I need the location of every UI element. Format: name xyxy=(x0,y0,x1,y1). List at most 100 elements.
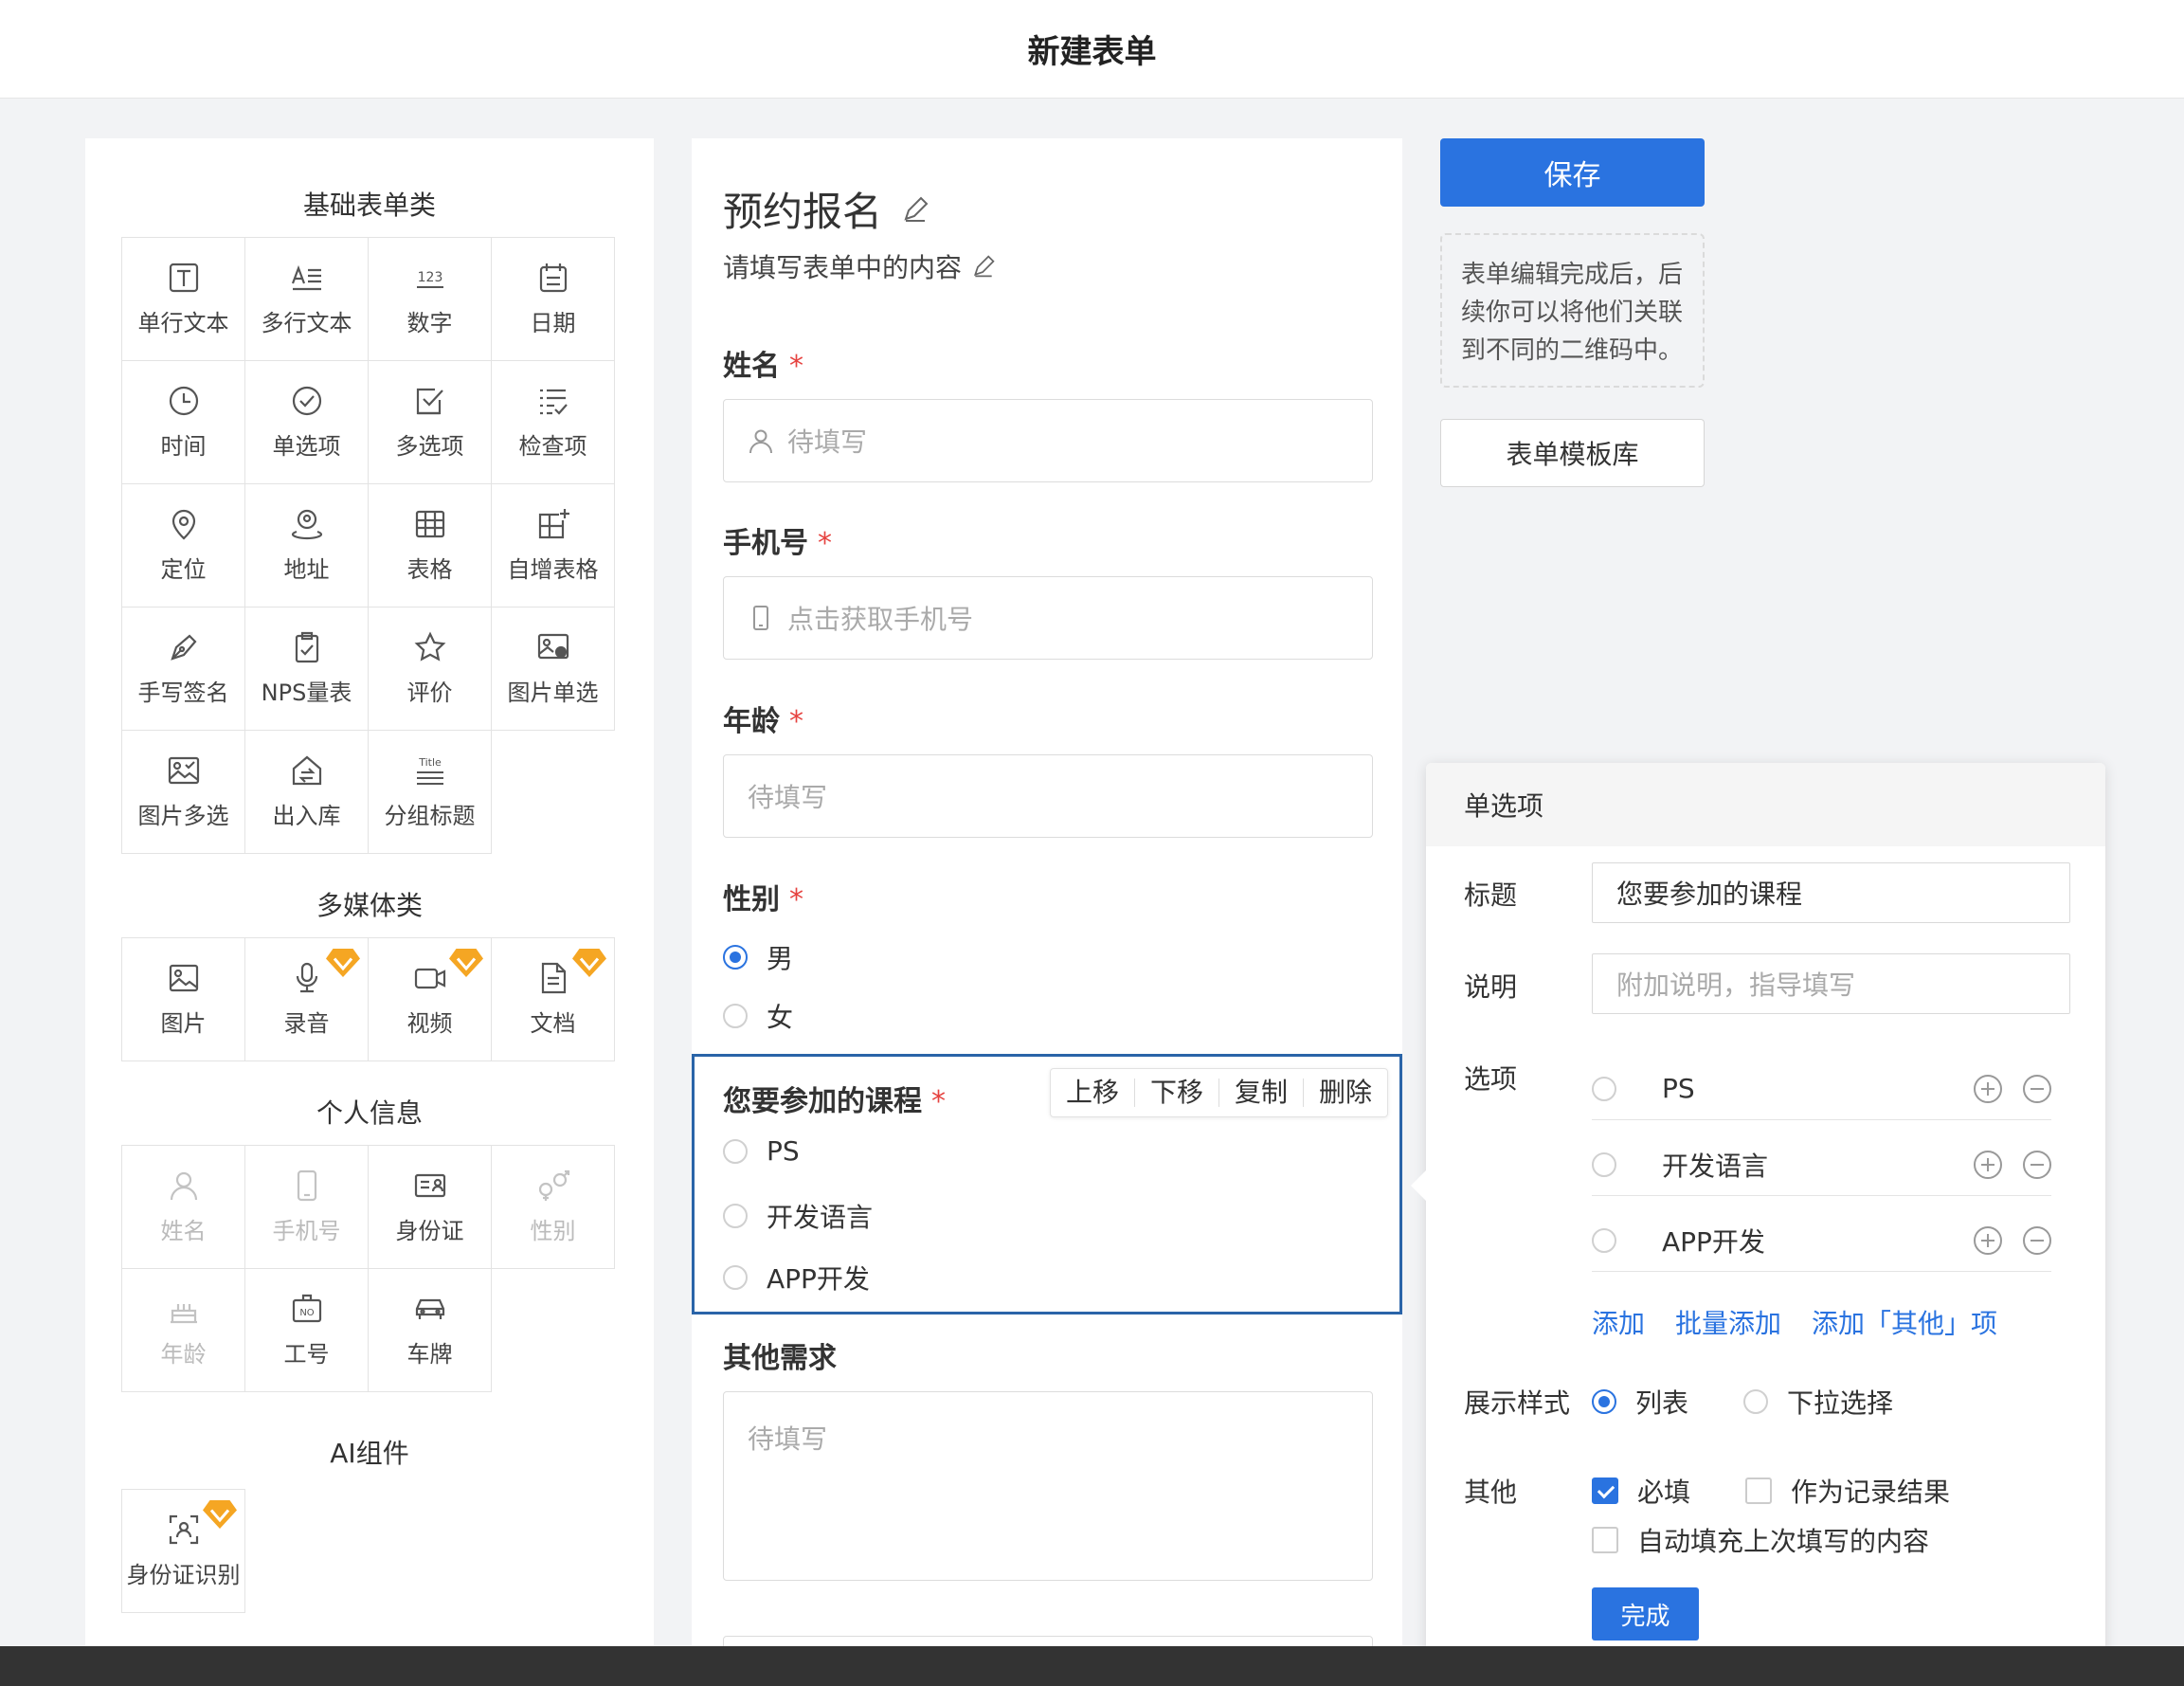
component-signature[interactable]: 手写签名 xyxy=(122,607,245,731)
svg-text:NO: NO xyxy=(299,1308,314,1318)
done-button[interactable]: 完成 xyxy=(1592,1587,1699,1641)
radio-unchecked[interactable] xyxy=(723,1204,748,1228)
component-single-choice[interactable]: 单选项 xyxy=(245,361,369,484)
add-circle-icon[interactable] xyxy=(1974,1074,2002,1103)
id-card-icon xyxy=(414,1173,445,1198)
component-phone[interactable]: 手机号 xyxy=(245,1146,369,1269)
radio-unchecked[interactable] xyxy=(1743,1389,1769,1414)
copy-button[interactable]: 复制 xyxy=(1219,1079,1304,1107)
table-add-icon xyxy=(538,509,569,539)
component-employee-no[interactable]: NO 工号 xyxy=(245,1269,369,1392)
component-number[interactable]: 123 数字 xyxy=(369,238,492,361)
other-textarea[interactable]: 待填写 xyxy=(723,1391,1373,1581)
autofill-checkbox[interactable] xyxy=(1592,1527,1618,1553)
radio-unchecked[interactable] xyxy=(723,1138,748,1164)
field-label-other: 其他需求 xyxy=(723,1342,837,1375)
edit-icon[interactable] xyxy=(971,254,996,279)
component-license-plate[interactable]: 车牌 xyxy=(369,1269,492,1392)
add-circle-icon[interactable] xyxy=(1974,1225,2002,1255)
component-image[interactable]: 图片 xyxy=(122,938,245,1061)
component-id-card[interactable]: 身份证 xyxy=(369,1146,492,1269)
component-single-line-text[interactable]: 单行文本 xyxy=(122,238,245,361)
record-result-checkbox[interactable] xyxy=(1745,1478,1773,1504)
batch-add-link[interactable]: 批量添加 xyxy=(1675,1303,1781,1341)
name-input[interactable]: 待填写 xyxy=(723,399,1373,482)
component-document[interactable]: 文档 xyxy=(492,938,615,1061)
vip-diamond-icon xyxy=(449,949,483,977)
radio-checked[interactable] xyxy=(1592,1389,1616,1414)
title-input[interactable]: 您要参加的课程 xyxy=(1592,862,2070,923)
add-circle-icon[interactable] xyxy=(1974,1150,2002,1179)
form-preview: 预约报名 请填写表单中的内容 姓名 * 待填写 手机号 * 点击获取手机号 年龄 * … xyxy=(692,138,1402,1646)
component-checklist[interactable]: 检查项 xyxy=(492,361,615,484)
svg-text:Title: Title xyxy=(418,756,442,769)
component-date[interactable]: 日期 xyxy=(492,238,615,361)
video-icon xyxy=(414,968,445,989)
display-list-option[interactable]: 列表 xyxy=(1635,1383,1688,1421)
remove-circle-icon[interactable] xyxy=(2023,1225,2051,1255)
field-label-age: 年龄 * xyxy=(723,705,803,738)
component-inventory[interactable]: 出入库 xyxy=(245,731,369,854)
car-icon xyxy=(415,1298,444,1319)
component-audio[interactable]: 录音 xyxy=(245,938,369,1061)
phone-icon xyxy=(753,606,768,630)
radio-unchecked[interactable] xyxy=(723,1265,748,1290)
component-table[interactable]: 表格 xyxy=(369,484,492,607)
form-description[interactable]: 请填写表单中的内容 xyxy=(723,247,996,285)
next-field-input[interactable] xyxy=(723,1636,1373,1646)
multiline-text-icon xyxy=(291,264,321,291)
component-location[interactable]: 定位 xyxy=(122,484,245,607)
course-option[interactable]: 开发语言 xyxy=(723,1197,873,1235)
autofill-option: 自动填充上次填写的内容 xyxy=(1592,1521,1929,1559)
edit-icon[interactable] xyxy=(901,195,930,224)
image-multi-icon xyxy=(168,756,199,785)
display-style-label: 展示样式 xyxy=(1464,1387,1571,1419)
gender-option-male[interactable]: 男 xyxy=(723,938,793,976)
component-multi-line-text[interactable]: 多行文本 xyxy=(245,238,369,361)
option-links: 添加 批量添加 添加「其他」项 xyxy=(1592,1303,1997,1341)
age-input[interactable]: 待填写 xyxy=(723,754,1373,838)
save-tip: 表单编辑完成后，后续你可以将他们关联到不同的二维码中。 xyxy=(1440,233,1705,388)
component-auto-table[interactable]: 自增表格 xyxy=(492,484,615,607)
radio-unchecked[interactable] xyxy=(723,1004,748,1028)
cake-icon xyxy=(170,1304,197,1324)
required-checkbox[interactable] xyxy=(1592,1478,1618,1504)
component-age[interactable]: 年龄 xyxy=(122,1269,245,1392)
component-video[interactable]: 视频 xyxy=(369,938,492,1061)
component-address[interactable]: 地址 xyxy=(245,484,369,607)
field-label-gender: 性别 * xyxy=(723,883,803,916)
course-option[interactable]: PS xyxy=(723,1135,800,1167)
save-button[interactable]: 保存 xyxy=(1440,138,1705,207)
delete-button[interactable]: 删除 xyxy=(1304,1079,1387,1107)
add-option-link[interactable]: 添加 xyxy=(1592,1303,1645,1341)
template-library-button[interactable]: 表单模板库 xyxy=(1440,419,1705,487)
location-pin-icon xyxy=(171,509,195,540)
component-image-multi[interactable]: 图片多选 xyxy=(122,731,245,854)
component-nps[interactable]: NPS量表 xyxy=(245,607,369,731)
category-title-personal: 个人信息 xyxy=(316,1097,423,1129)
add-other-option-link[interactable]: 添加「其他」项 xyxy=(1812,1303,1997,1341)
radio-unchecked xyxy=(1592,1076,1616,1101)
component-group-title[interactable]: Title 分组标题 xyxy=(369,731,492,854)
component-id-recognition[interactable]: 身份证识别 xyxy=(122,1490,245,1613)
pen-icon xyxy=(170,634,196,661)
clock-icon xyxy=(169,386,198,416)
course-option[interactable]: APP开发 xyxy=(723,1259,870,1296)
move-up-button[interactable]: 上移 xyxy=(1051,1079,1135,1107)
remove-circle-icon[interactable] xyxy=(2023,1074,2051,1103)
move-down-button[interactable]: 下移 xyxy=(1135,1079,1219,1107)
component-rating[interactable]: 评价 xyxy=(369,607,492,731)
phone-input[interactable]: 点击获取手机号 xyxy=(723,576,1373,660)
description-input[interactable]: 附加说明，指导填写 xyxy=(1592,953,2070,1014)
display-dropdown-option[interactable]: 下拉选择 xyxy=(1787,1383,1893,1421)
component-image-single[interactable]: 图片单选 xyxy=(492,607,615,731)
remove-circle-icon[interactable] xyxy=(2023,1150,2051,1179)
selected-field-course[interactable]: 您要参加的课程 * 上移 下移 复制 删除 PS 开发语言 APP开发 xyxy=(692,1054,1402,1314)
component-multi-choice[interactable]: 多选项 xyxy=(369,361,492,484)
component-time[interactable]: 时间 xyxy=(122,361,245,484)
radio-checked[interactable] xyxy=(723,945,748,970)
form-title[interactable]: 预约报名 xyxy=(723,180,930,238)
component-gender[interactable]: 性别 xyxy=(492,1146,615,1269)
component-name[interactable]: 姓名 xyxy=(122,1146,245,1269)
gender-option-female[interactable]: 女 xyxy=(723,997,793,1035)
